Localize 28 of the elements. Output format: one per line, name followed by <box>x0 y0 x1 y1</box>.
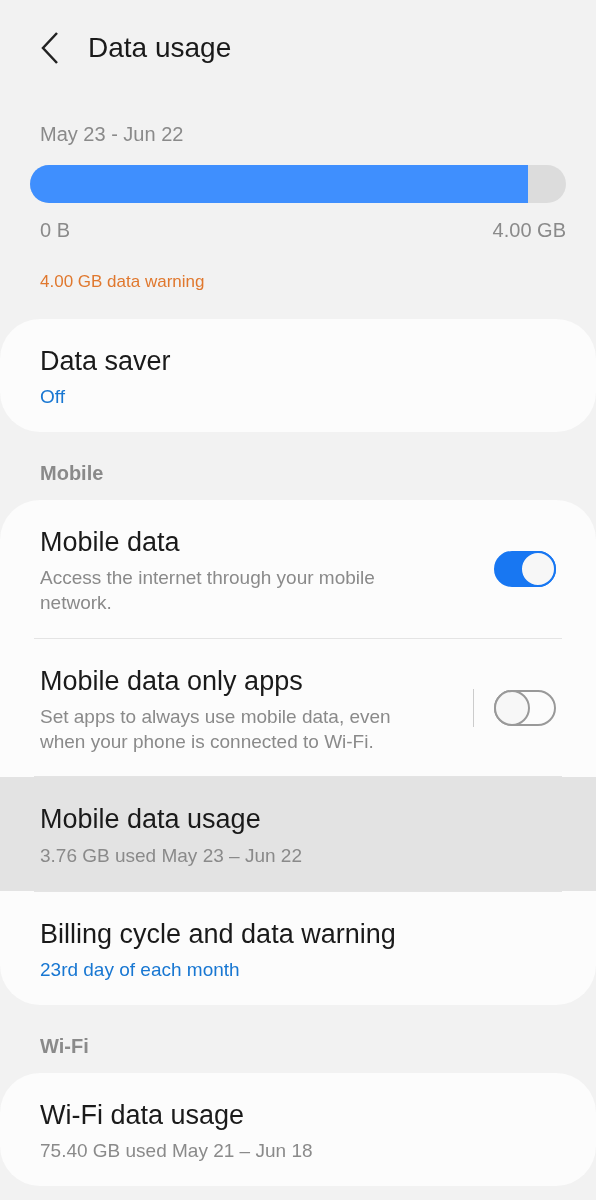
toggle-switch[interactable] <box>494 550 556 587</box>
item-subtitle: 75.40 GB used May 21 – Jun 18 <box>40 1139 314 1164</box>
item-title: Mobile data <box>40 525 181 559</box>
item-title: Billing cycle and data warning <box>40 917 397 951</box>
section-header: Mobile <box>39 460 105 486</box>
item-subtitle: 3.76 GB used May 23 – Jun 22 <box>40 843 303 868</box>
item-subtitle: Set apps to always use mobile data, even when your phone is connected to Wi-Fi. <box>40 705 392 754</box>
item-title: Wi-Fi data usage <box>40 1098 246 1132</box>
item-title: Data saver <box>40 344 172 378</box>
chevron-left-icon[interactable] <box>40 30 60 65</box>
settings-item[interactable]: Mobile data Access the internet through your mobile network. <box>0 499 596 638</box>
section-header: Wi-Fi <box>39 1033 90 1059</box>
settings-item[interactable]: Wi-Fi data usage 75.40 GB used May 21 – Jun 18 <box>0 1072 596 1186</box>
settings-item[interactable]: Mobile data usage 3.76 GB used May 23 – Jun 22 <box>0 777 596 891</box>
page-title: Data usage <box>88 30 232 65</box>
range-max: 4.00 GB <box>492 218 566 243</box>
item-title: Mobile data usage <box>40 803 262 837</box>
item-title: Mobile data only apps <box>40 664 304 698</box>
item-subtitle: Access the internet through your mobile network. <box>40 566 376 615</box>
item-subtitle: 23rd day of each month <box>40 958 241 983</box>
settings-item[interactable]: Mobile data only apps Set apps to always use mobile data, even when your phone is connected to Wi-Fi. <box>0 638 596 777</box>
date-range: May 23 - Jun 22 <box>40 122 185 147</box>
toggle-switch[interactable] <box>494 689 556 726</box>
item-subtitle: Off <box>40 385 66 409</box>
data-warning: 4.00 GB data warning <box>40 271 206 293</box>
range-min: 0 B <box>40 218 71 243</box>
settings-item[interactable]: Billing cycle and data warning 23rd day of each month <box>0 891 596 1005</box>
settings-item[interactable]: Data saver Off <box>0 318 596 432</box>
